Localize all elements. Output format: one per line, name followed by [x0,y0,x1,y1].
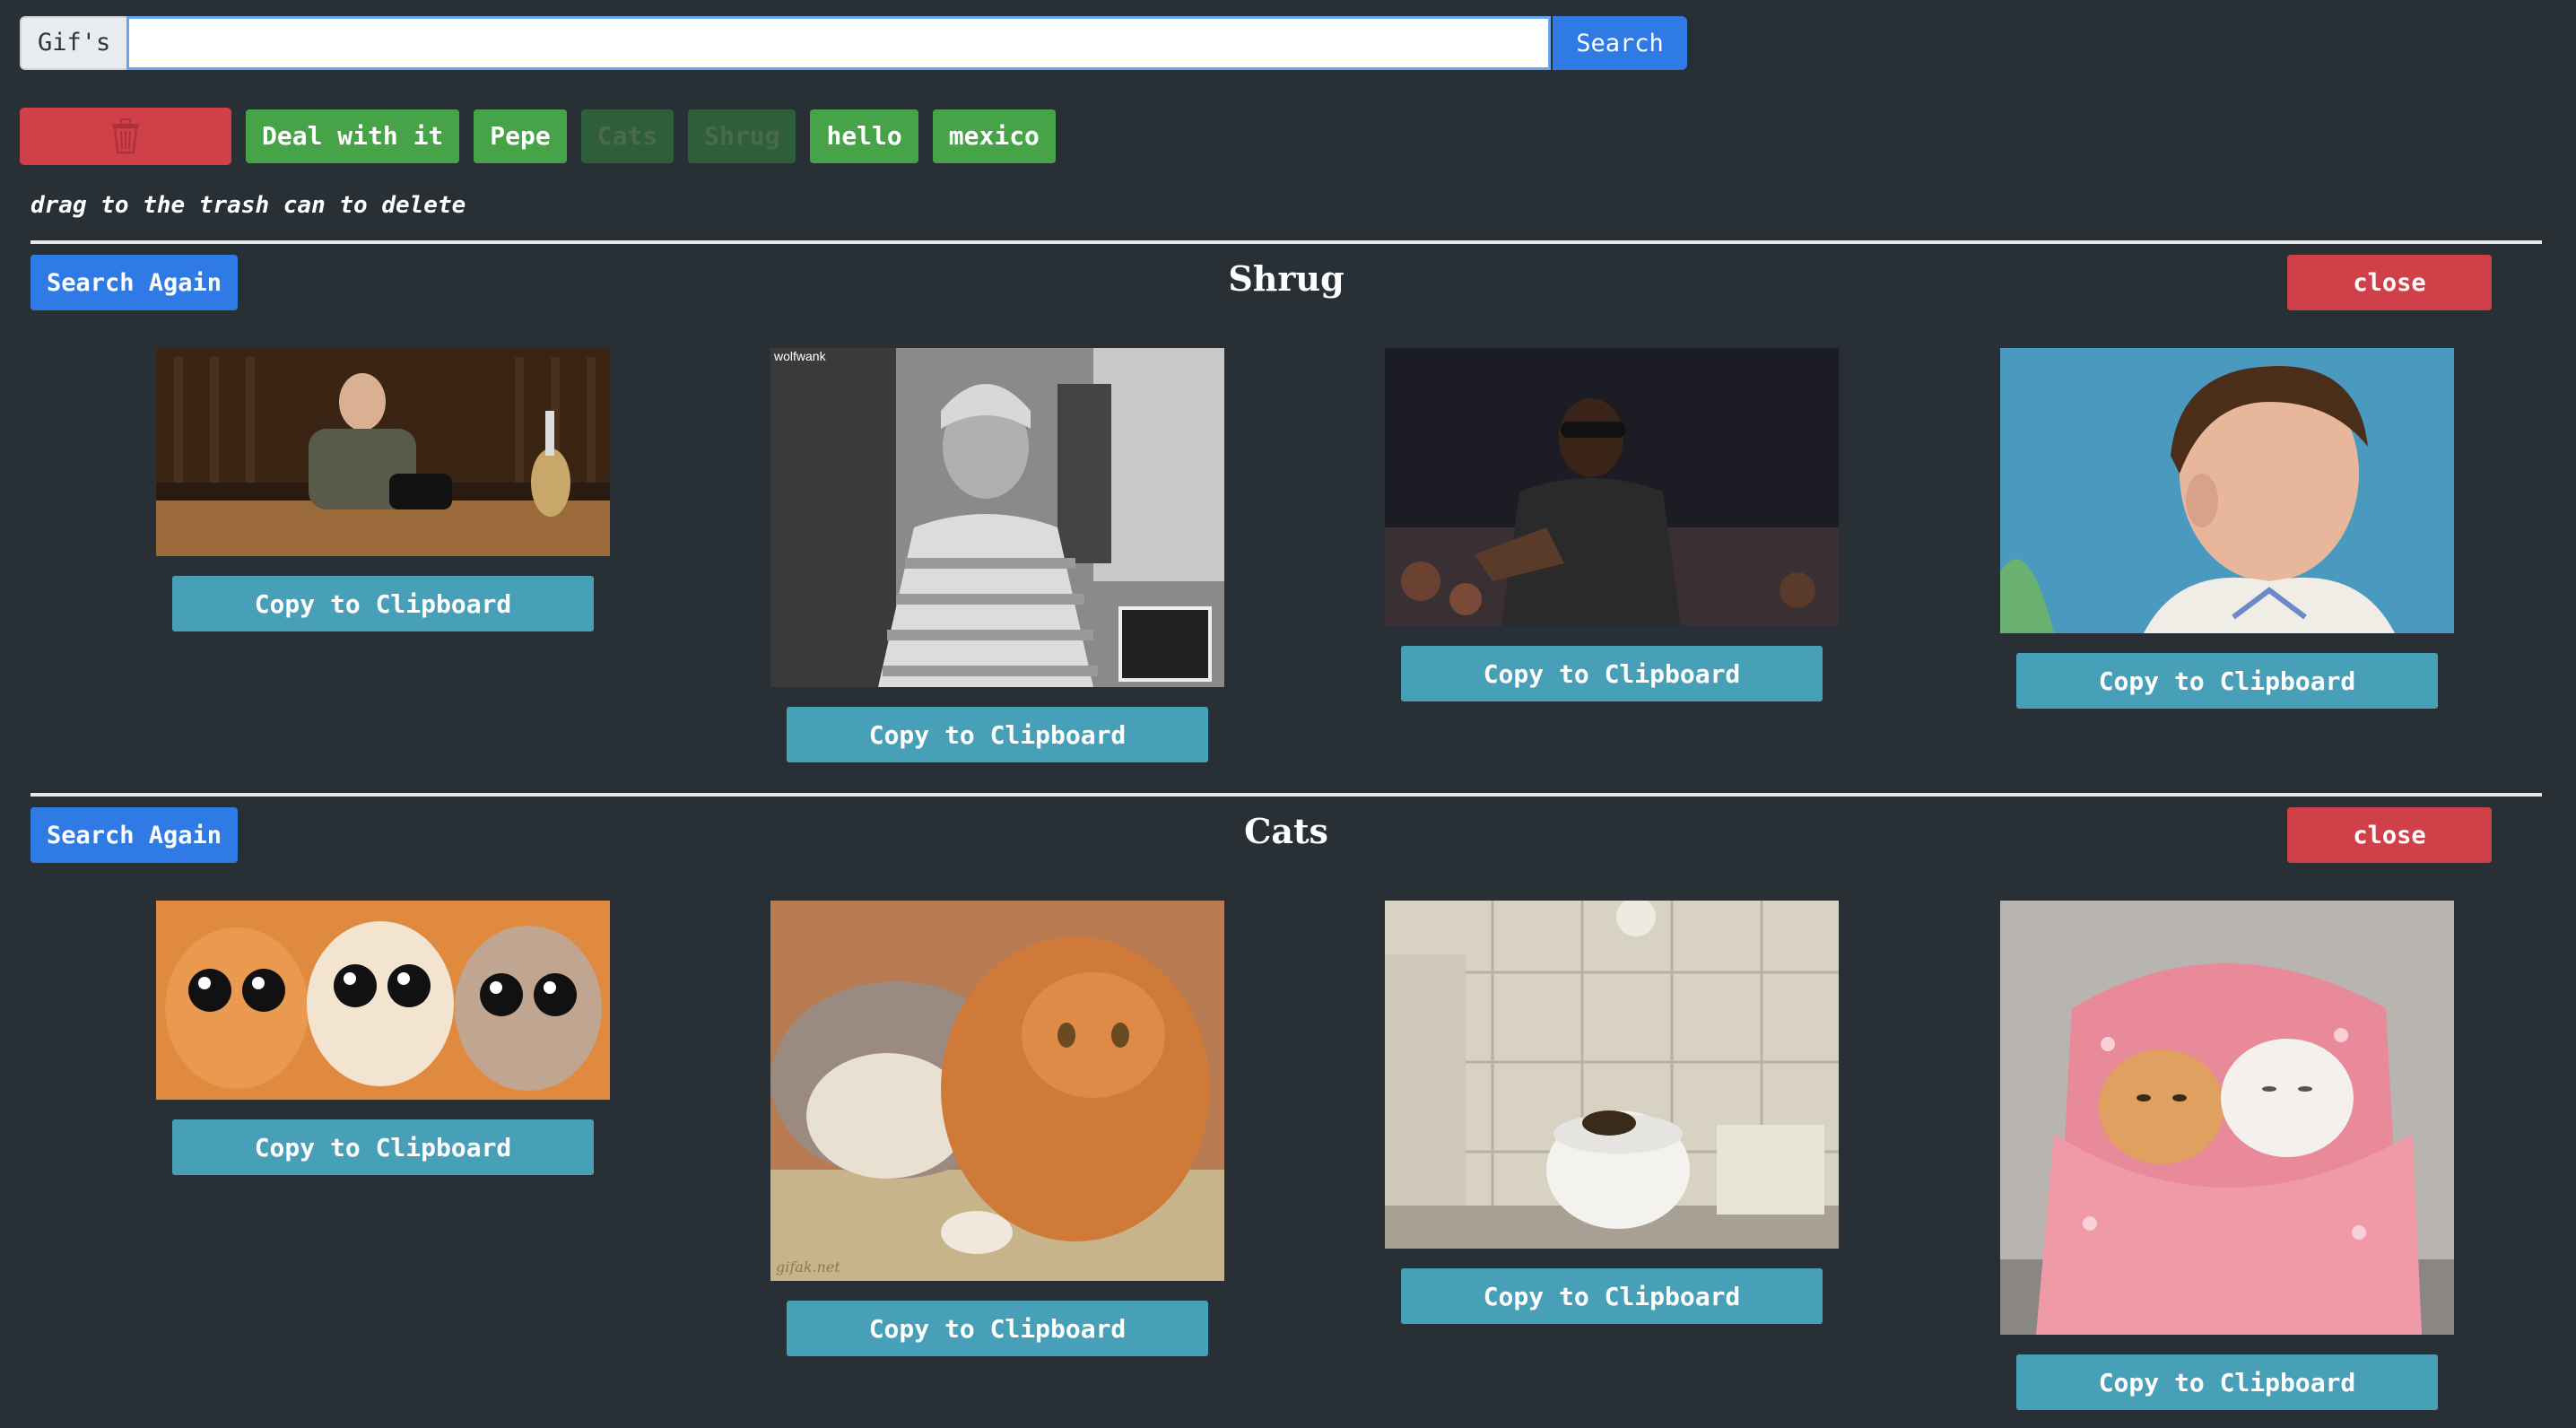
search-bar: Gif's Search [20,16,1687,70]
gif-card: Copy to Clipboard [2000,901,2454,1410]
trash-icon [112,118,139,154]
gif-card: Copy to Clipboard [156,348,610,631]
tag-cats[interactable]: Cats [580,109,674,163]
gif-image[interactable] [156,348,610,556]
gif-image[interactable]: gifak.net [770,901,1224,1281]
gif-card: Copy to Clipboard [2000,348,2454,709]
gif-image[interactable] [2000,901,2454,1335]
copy-to-clipboard-button[interactable]: Copy to Clipboard [2016,1354,2438,1410]
section-header: Search Again Cats close [30,797,2542,868]
gif-image[interactable] [156,901,610,1100]
tag-hello[interactable]: hello [810,109,918,163]
gif-card: wolfwank Copy to Clipboard [770,348,1224,762]
search-input[interactable] [126,16,1552,70]
tag-deal-with-it[interactable]: Deal with it [246,109,460,163]
gif-image[interactable]: wolfwank [770,348,1224,687]
tag-shrug[interactable]: Shrug [688,109,796,163]
copy-to-clipboard-button[interactable]: Copy to Clipboard [787,1301,1208,1356]
tag-pepe[interactable]: Pepe [474,109,567,163]
copy-to-clipboard-button[interactable]: Copy to Clipboard [787,707,1208,762]
search-addon-label: Gif's [20,16,127,70]
drag-hint: drag to the trash can to delete [30,192,466,219]
tag-mexico[interactable]: mexico [932,109,1056,163]
saved-tags: Deal with it Pepe Cats Shrug hello mexic… [20,108,1056,165]
gif-card: Copy to Clipboard [1385,348,1839,701]
result-section-cats: Search Again Cats close Copy to Clipboar… [30,793,2542,1410]
gif-card: Copy to Clipboard [156,901,610,1175]
result-section-shrug: Search Again Shrug close Copy to Clipboa… [30,240,2542,762]
gif-card: Copy to Clipboard [1385,901,1839,1324]
section-header: Search Again Shrug close [30,244,2542,316]
copy-to-clipboard-button[interactable]: Copy to Clipboard [172,576,594,631]
copy-to-clipboard-button[interactable]: Copy to Clipboard [172,1119,594,1175]
search-button[interactable]: Search [1553,16,1687,70]
gif-watermark: gifak.net [776,1258,840,1276]
gif-watermark: wolfwank [773,349,827,363]
gif-card: gifak.net Copy to Clipboard [770,901,1224,1356]
gif-image[interactable] [2000,348,2454,633]
section-title: Shrug [1228,258,1345,299]
copy-to-clipboard-button[interactable]: Copy to Clipboard [1401,646,1823,701]
trash-drop-zone[interactable] [20,108,231,165]
gif-image[interactable] [1385,901,1839,1249]
close-button[interactable]: close [2287,255,2492,310]
gif-image[interactable] [1385,348,1839,626]
close-button[interactable]: close [2287,807,2492,863]
copy-to-clipboard-button[interactable]: Copy to Clipboard [2016,653,2438,709]
copy-to-clipboard-button[interactable]: Copy to Clipboard [1401,1268,1823,1324]
section-title: Cats [1244,811,1328,851]
